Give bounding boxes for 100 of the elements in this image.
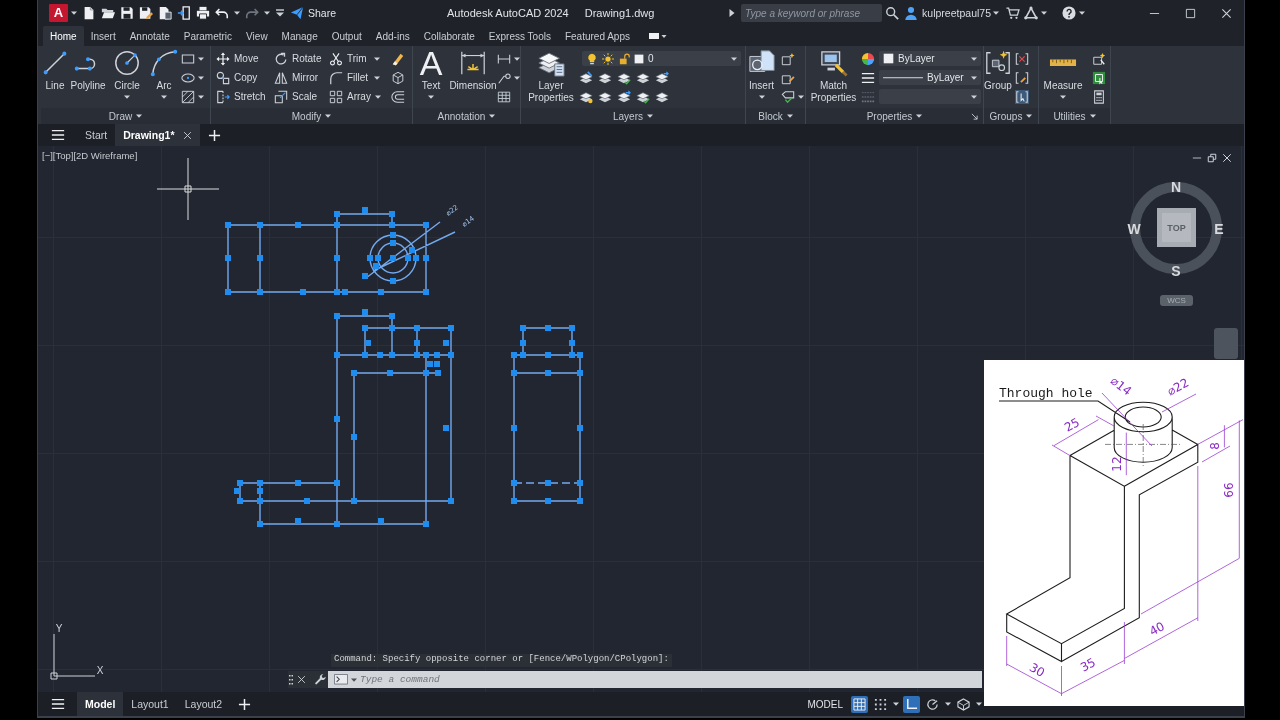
- layers-arrow-icon[interactable]: [617, 89, 631, 104]
- command-prompt-icon[interactable]: [334, 674, 348, 685]
- share-button[interactable]: Share: [290, 3, 337, 23]
- compass-letter[interactable]: N: [1170, 179, 1182, 195]
- undo-icon[interactable]: [215, 6, 229, 20]
- compass-letter[interactable]: E: [1214, 221, 1224, 237]
- file-tab[interactable]: Start: [77, 124, 116, 146]
- caret-icon[interactable]: [893, 702, 899, 706]
- ribbon-tab[interactable]: Insert: [83, 26, 123, 46]
- expand-arrow-icon[interactable]: [729, 9, 736, 17]
- calculator-icon[interactable]: [1092, 89, 1106, 104]
- ribbon-tab[interactable]: Add-ins: [368, 26, 417, 46]
- layout-tab[interactable]: Model: [77, 692, 124, 716]
- menu-icon[interactable]: [51, 128, 65, 142]
- triangle-nodes-icon[interactable]: [1024, 6, 1038, 20]
- leader-icon[interactable]: [497, 70, 511, 85]
- layout-tab[interactable]: Layout2: [176, 692, 231, 716]
- ribbon-tab[interactable]: Home: [43, 26, 84, 46]
- layers-arrow-icon[interactable]: [655, 70, 669, 85]
- ribbon-button[interactable]: Copy: [216, 68, 274, 87]
- dialog-launcher-icon[interactable]: [971, 112, 978, 120]
- layers-dot-icon[interactable]: [579, 89, 593, 104]
- save-as-icon[interactable]: [139, 6, 153, 20]
- ribbon-tab[interactable]: Collaborate: [416, 26, 482, 46]
- ribbon-button[interactable]: Match Properties: [806, 49, 861, 104]
- tag-check-icon[interactable]: [781, 89, 795, 104]
- caret-icon[interactable]: [945, 702, 951, 706]
- ungroup-icon[interactable]: [1015, 51, 1029, 66]
- select-all-icon[interactable]: [1092, 70, 1106, 85]
- ribbon-tab[interactable]: Manage: [274, 26, 325, 46]
- user-name-button[interactable]: kulpreetpaul75: [922, 7, 991, 19]
- close-icon[interactable]: [1220, 7, 1232, 19]
- quick-select-icon[interactable]: [1092, 51, 1106, 66]
- panel-title[interactable]: Modify: [291, 110, 332, 122]
- caret-icon[interactable]: [976, 702, 982, 706]
- compass-letter[interactable]: S: [1171, 263, 1181, 279]
- layers-pen-icon[interactable]: [579, 70, 593, 85]
- eraser-icon[interactable]: [391, 51, 405, 66]
- status-toggle-button[interactable]: [903, 695, 920, 713]
- caret-icon[interactable]: [514, 56, 520, 61]
- ribbon-button[interactable]: Array: [329, 87, 383, 106]
- ribbon-button[interactable]: Insert: [746, 49, 777, 99]
- viewport-controls[interactable]: [−][Top][2D Wireframe]: [42, 150, 138, 161]
- customize-caret-icon[interactable]: [275, 8, 285, 18]
- layers-check-icon[interactable]: [636, 89, 650, 104]
- group-select-icon[interactable]: [1015, 89, 1029, 104]
- cart-icon[interactable]: [1006, 6, 1020, 20]
- plus-icon[interactable]: [238, 697, 252, 711]
- caret-icon[interactable]: [198, 75, 204, 80]
- color-dropdown[interactable]: ByLayer: [879, 51, 981, 66]
- caret-icon[interactable]: [71, 11, 77, 15]
- compass-letter[interactable]: W: [1127, 221, 1141, 237]
- menu-icon[interactable]: [51, 697, 65, 711]
- layers-check-icon[interactable]: [617, 70, 631, 85]
- ribbon-button[interactable]: Layer Properties: [523, 49, 579, 104]
- layers-icon[interactable]: [598, 70, 612, 85]
- rectangle-icon[interactable]: [181, 51, 195, 66]
- close-icon[interactable]: [182, 130, 192, 140]
- status-toggle-button[interactable]: [955, 695, 972, 713]
- ribbon-button[interactable]: Measure: [1039, 49, 1087, 99]
- close-icon[interactable]: [297, 675, 306, 684]
- status-toggle-button[interactable]: [851, 695, 868, 713]
- wrench-icon[interactable]: [314, 673, 327, 686]
- caret-icon[interactable]: [264, 11, 270, 15]
- ribbon-button[interactable]: Mirror: [274, 68, 329, 87]
- close-icon[interactable]: [1222, 153, 1232, 163]
- file-tab[interactable]: Drawing1*: [115, 124, 200, 146]
- linetype-icon[interactable]: [861, 70, 875, 85]
- ribbon-button[interactable]: Group: [984, 49, 1012, 92]
- ribbon-tab[interactable]: Featured Apps: [557, 26, 637, 46]
- ribbon-button[interactable]: Line: [41, 49, 69, 92]
- layout-tab[interactable]: Layout1: [123, 692, 177, 716]
- grip-handle-icon[interactable]: [289, 673, 293, 686]
- caret-icon[interactable]: [514, 75, 520, 80]
- ribbon-button[interactable]: Rotate: [274, 49, 329, 68]
- ribbon-button[interactable]: Polyline: [69, 49, 107, 92]
- panel-title[interactable]: Draw: [108, 110, 143, 122]
- help-icon[interactable]: [1062, 6, 1076, 20]
- ribbon-tab[interactable]: Parametric: [176, 26, 240, 46]
- caret-icon[interactable]: [198, 94, 204, 99]
- color-wheel-icon[interactable]: [861, 51, 875, 66]
- plus-icon[interactable]: [207, 128, 221, 142]
- ribbon-button[interactable]: Arc: [147, 49, 181, 99]
- ribbon-button[interactable]: A Text: [413, 49, 449, 99]
- ribbon-button[interactable]: Fillet: [329, 68, 383, 87]
- group-edit-icon[interactable]: [1015, 70, 1029, 85]
- application-menu-button[interactable]: A: [49, 4, 68, 22]
- panel-title[interactable]: Layers: [613, 110, 653, 122]
- maximize-icon[interactable]: [1184, 7, 1196, 19]
- cube-icon[interactable]: [391, 70, 405, 85]
- caret-icon[interactable]: [351, 677, 357, 682]
- ribbon-tab[interactable]: Output: [324, 26, 369, 46]
- user-icon[interactable]: [904, 6, 919, 20]
- search-field[interactable]: Type a keyword or phrase: [741, 4, 883, 22]
- table-icon[interactable]: [497, 89, 511, 104]
- panel-toggle-icon[interactable]: [648, 32, 667, 40]
- command-input[interactable]: Type a command: [328, 671, 982, 688]
- model-space-button[interactable]: MODEL: [803, 696, 847, 712]
- linetype-dropdown[interactable]: ByLayer: [879, 70, 981, 85]
- hatch-icon[interactable]: [181, 89, 195, 104]
